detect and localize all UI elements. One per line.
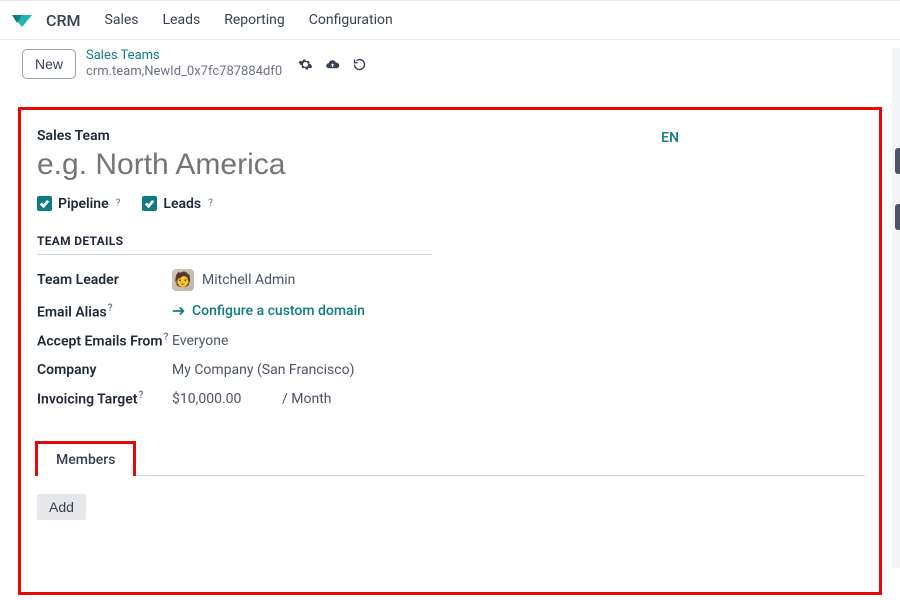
team-leader-row: Team Leader 🧑 Mitchell Admin xyxy=(37,269,863,291)
breadcrumb: Sales Teams crm.team,NewId_0x7fc787884df… xyxy=(86,48,282,81)
undo-icon[interactable] xyxy=(352,57,367,72)
invoicing-target-unit: / Month xyxy=(282,391,331,407)
arrow-right-icon xyxy=(172,305,186,317)
company-label: Company xyxy=(37,362,172,378)
email-alias-label: Email Alias? xyxy=(37,303,172,321)
team-leader-value[interactable]: 🧑 Mitchell Admin xyxy=(172,269,295,291)
tab-members[interactable]: Members xyxy=(35,441,136,476)
rail-handle-1[interactable] xyxy=(895,148,900,174)
company-value[interactable]: My Company (San Francisco) xyxy=(172,362,354,378)
right-rail xyxy=(892,48,900,568)
gear-icon[interactable] xyxy=(298,57,313,72)
form-panel: EN Sales Team Pipeline ? Leads ? TEAM DE… xyxy=(18,107,882,595)
top-nav: CRM Sales Leads Reporting Configuration xyxy=(0,0,900,40)
rail-handle-2[interactable] xyxy=(895,204,900,230)
pipeline-checkbox-wrap: Pipeline ? xyxy=(37,196,120,212)
pipeline-label: Pipeline xyxy=(58,196,109,212)
new-button[interactable]: New xyxy=(22,49,76,79)
subbar-actions xyxy=(298,57,367,72)
invoicing-target-value[interactable]: $10,000.00 xyxy=(172,391,282,407)
team-leader-name: Mitchell Admin xyxy=(202,272,295,288)
control-bar: New Sales Teams crm.team,NewId_0x7fc7878… xyxy=(0,40,900,91)
invoicing-help-icon[interactable]: ? xyxy=(138,390,143,401)
add-member-button[interactable]: Add xyxy=(37,494,86,520)
pipeline-help-icon[interactable]: ? xyxy=(116,198,121,209)
title-label: Sales Team xyxy=(37,128,863,144)
company-row: Company My Company (San Francisco) xyxy=(37,362,863,378)
checkbox-row: Pipeline ? Leads ? xyxy=(37,196,863,212)
configure-domain-text: Configure a custom domain xyxy=(192,303,365,319)
breadcrumb-current: crm.team,NewId_0x7fc787884df0 xyxy=(86,64,282,80)
cloud-upload-icon[interactable] xyxy=(325,57,340,72)
team-leader-label: Team Leader xyxy=(37,272,172,288)
nav-sales[interactable]: Sales xyxy=(99,8,145,32)
tabs: Members xyxy=(35,441,865,476)
leads-help-icon[interactable]: ? xyxy=(208,198,213,209)
invoicing-target-row: Invoicing Target? $10,000.00 / Month xyxy=(37,390,863,408)
configure-domain-link[interactable]: Configure a custom domain xyxy=(172,303,365,319)
email-alias-help-icon[interactable]: ? xyxy=(108,303,113,314)
app-logo xyxy=(10,11,34,29)
nav-reporting[interactable]: Reporting xyxy=(218,8,291,32)
leads-label: Leads xyxy=(163,196,201,212)
email-alias-row: Email Alias? Configure a custom domain xyxy=(37,303,863,321)
accept-emails-value[interactable]: Everyone xyxy=(172,333,228,349)
nav-configuration[interactable]: Configuration xyxy=(303,8,399,32)
accept-emails-help-icon[interactable]: ? xyxy=(164,332,169,343)
team-leader-avatar: 🧑 xyxy=(172,269,194,291)
nav-leads[interactable]: Leads xyxy=(157,8,207,32)
leads-checkbox-wrap: Leads ? xyxy=(142,196,212,212)
breadcrumb-parent[interactable]: Sales Teams xyxy=(86,48,282,64)
pipeline-checkbox[interactable] xyxy=(37,196,52,211)
team-name-input[interactable] xyxy=(37,148,537,182)
invoicing-target-label: Invoicing Target? xyxy=(37,390,172,408)
accept-emails-label: Accept Emails From? xyxy=(37,332,172,350)
app-name[interactable]: CRM xyxy=(46,11,81,30)
team-details-header: TEAM DETAILS xyxy=(37,234,432,255)
language-toggle[interactable]: EN xyxy=(661,130,679,146)
leads-checkbox[interactable] xyxy=(142,196,157,211)
accept-emails-row: Accept Emails From? Everyone xyxy=(37,332,863,350)
